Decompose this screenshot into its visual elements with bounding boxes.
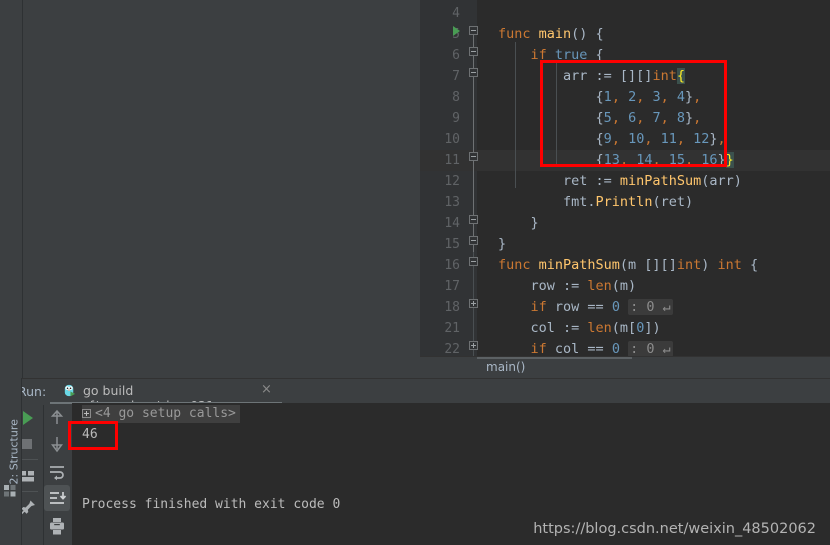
scroll-to-end-button[interactable] [44,485,70,511]
line-number: 11 [444,153,460,168]
soft-wrap-button[interactable] [44,459,70,485]
code-line[interactable]: 15} [420,234,830,255]
console-exit-message: Process finished with exit code 0 [82,497,341,512]
code-line[interactable]: 14 } [420,213,830,234]
code-text: } [498,236,507,252]
fold-marker-line15[interactable] [469,236,478,245]
line-number: 9 [452,111,460,126]
line-number: 14 [444,216,460,231]
code-line[interactable]: 6 if true { [420,45,830,66]
breadcrumb-highlight [477,357,632,359]
left-empty-panel [0,0,420,378]
breadcrumb-item-main[interactable]: main() [486,360,525,374]
code-line[interactable]: 4 [420,3,830,24]
code-text: if true { [530,47,604,63]
code-line[interactable]: 12 ret := minPathSum(arr) [420,171,830,192]
line-number: 21 [444,321,460,336]
indent-guide-1 [515,42,516,188]
code-text: {1, 2, 3, 4}, [498,89,702,105]
line-number: 18 [444,300,460,315]
line-number: 4 [452,6,460,21]
fold-marker-line5[interactable] [469,26,478,35]
line-number: 10 [444,132,460,147]
fold-marker-line16[interactable] [469,257,478,266]
ide-window: 4 5 func main() {6 if true {7 arr := [][]i… [0,0,830,545]
code-text: {9, 10, 11, 12}, [498,131,726,147]
go-gopher-icon [64,384,76,397]
console-output-value: 46 [82,427,98,442]
fold-marker-line22[interactable] [469,341,478,350]
code-line[interactable]: 21 col := len(m[0]) [420,318,830,339]
code-text: col := len(m[0]) [498,320,661,336]
code-line[interactable]: 9 {5, 6, 7, 8}, [420,108,830,129]
line-number: 12 [444,174,460,189]
code-text: func main() { [498,26,604,42]
code-text: func minPathSum(m [][]int) int { [498,257,759,273]
fold-marker-line18[interactable] [469,299,478,308]
code-editor[interactable]: 4 5 func main() {6 if true {7 arr := [][]i… [420,0,830,378]
scroll-end-icon [50,492,67,504]
code-text: arr := [][]int{ [498,68,685,84]
code-line[interactable]: 17 row := len(m) [420,276,830,297]
fold-marker-line11[interactable] [469,152,478,161]
code-text: fmt.Println(ret) [498,194,694,210]
print-button[interactable] [44,513,70,539]
run-line-marker-icon[interactable] [453,26,460,36]
panel-divider [22,0,23,378]
code-line[interactable]: 13 fmt.Println(ret) [420,192,830,213]
line-number: 17 [444,279,460,294]
code-text: } [498,215,539,231]
indent-guide-3 [556,62,557,167]
fold-marker-line7[interactable] [469,68,478,77]
up-stack-trace-button[interactable] [44,405,70,431]
fold-marker-line14[interactable] [469,215,478,224]
code-line[interactable]: 10 {9, 10, 11, 12}, [420,129,830,150]
close-icon[interactable]: × [261,382,272,397]
code-text: {13, 14, 15, 16}} [498,152,734,168]
run-tool-window: Run: go build sf/newclass/class021 × [0,378,830,545]
code-line[interactable]: 7 arr := [][]int{ [420,66,830,87]
watermark-url: https://blog.csdn.net/weixin_48502062 [533,521,816,537]
run-window-label: Run: [18,384,47,399]
fold-marker-line6[interactable] [469,47,478,56]
line-number: 6 [452,48,460,63]
line-number: 15 [444,237,460,252]
code-line[interactable]: 18 if row == 0 : 0 ↵ [420,297,830,318]
run-toolbar-secondary [43,405,71,545]
expand-icon[interactable] [82,409,91,418]
code-text: if row == 0 : 0 ↵ [530,299,673,315]
code-line[interactable]: 5 func main() { [420,24,830,45]
sidebar-item-structure[interactable]: 2: Structure [8,405,21,484]
left-tool-strip: 2: Structure [0,378,22,545]
line-number: 8 [452,90,460,105]
line-number: 13 [444,195,460,210]
down-stack-trace-button[interactable] [44,431,70,457]
structure-squares-icon[interactable] [4,484,17,497]
line-number: 16 [444,258,460,273]
code-line[interactable]: 8 {1, 2, 3, 4}, [420,87,830,108]
printer-icon [50,518,64,535]
code-line[interactable]: 16 func minPathSum(m [][]int) int { [420,255,830,276]
editor-area: 4 5 func main() {6 if true {7 arr := [][]i… [0,0,830,378]
code-text: ret := minPathSum(arr) [498,173,742,189]
arrow-down-icon [51,437,63,453]
wrap-icon [50,466,64,481]
code-line[interactable]: 11 {13, 14, 15, 16}} [420,150,830,171]
breadcrumb[interactable]: main() [420,356,830,378]
code-text: row := len(m) [498,278,637,294]
console-folded-block[interactable]: <4 go setup calls> [82,405,240,423]
line-number: 7 [452,69,460,84]
arrow-up-icon [50,409,64,424]
code-text: {5, 6, 7, 8}, [498,110,702,126]
